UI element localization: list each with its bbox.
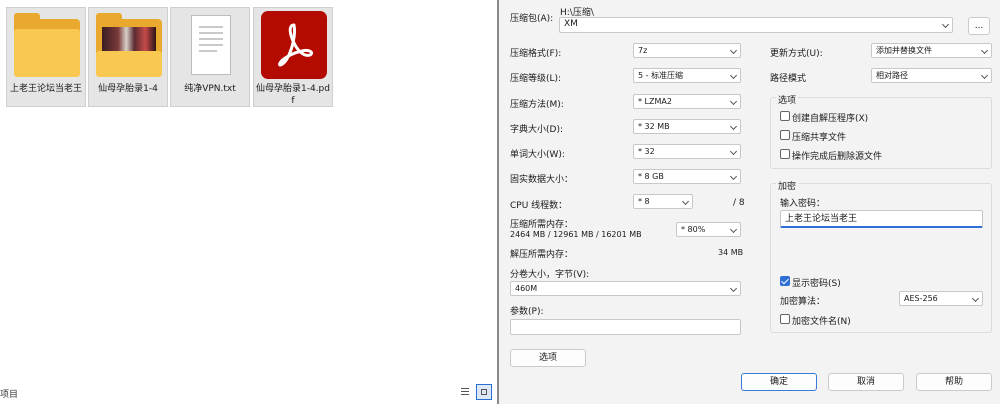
file-label: 仙母孕胎录1-4.pdf xyxy=(256,84,330,106)
split-select[interactable]: 460M xyxy=(510,281,741,296)
mem-usage-select[interactable]: * 80% xyxy=(676,222,741,237)
delete-after-checkbox[interactable] xyxy=(780,149,790,159)
cpu-value: * 8 xyxy=(638,197,650,206)
file-label: 上老王论坛当老王 xyxy=(9,84,82,94)
level-value: 5 - 标准压缩 xyxy=(638,71,684,80)
cancel-button[interactable]: 取消 xyxy=(828,373,904,391)
file-item-txt[interactable]: 纯净VPN.txt xyxy=(170,7,250,107)
path-value: 相对路径 xyxy=(876,71,908,80)
params-label: 参数(P): xyxy=(510,307,544,317)
add-to-archive-dialog: 压缩包(A): H:\压缩\ XM ... 压缩格式(F): 7z 压缩等级(L… xyxy=(497,0,1000,404)
chevron-down-icon xyxy=(729,71,738,80)
encrypt-names-checkbox[interactable] xyxy=(780,314,790,324)
method-label: 压缩方法(M): xyxy=(510,100,564,110)
help-button[interactable]: 帮助 xyxy=(916,373,992,391)
encrypt-names-label: 加密文件名(N) xyxy=(792,317,851,327)
chevron-down-icon xyxy=(729,122,738,131)
archive-name-combo[interactable]: XM xyxy=(559,17,953,33)
enc-method-label: 加密算法： xyxy=(780,297,826,307)
chevron-down-icon xyxy=(729,284,738,293)
options-group-title: 选项 xyxy=(776,93,799,106)
solid-select[interactable]: * 8 GB xyxy=(633,169,741,184)
mem-comp-detail: 2464 MB / 12961 MB / 16201 MB xyxy=(510,230,642,239)
folder-icon xyxy=(14,11,80,83)
chevron-down-icon xyxy=(971,294,980,303)
enc-method-value: AES-256 xyxy=(904,294,938,303)
params-input[interactable] xyxy=(510,319,741,335)
options-button[interactable]: 选项 xyxy=(510,349,586,367)
large-icons-view-icon[interactable] xyxy=(476,384,492,400)
ok-button[interactable]: 确定 xyxy=(741,373,817,391)
word-select[interactable]: * 32 xyxy=(633,144,741,159)
file-item-folder-photo[interactable]: 仙母孕胎录1-4 xyxy=(88,7,168,107)
sfx-checkbox[interactable] xyxy=(780,111,790,121)
shared-label: 压缩共享文件 xyxy=(792,133,847,143)
encryption-group-title: 加密 xyxy=(776,179,799,192)
archive-name-value: XM xyxy=(564,19,578,29)
mem-decomp-label: 解压所需内存： xyxy=(510,250,574,260)
update-value: 添加并替换文件 xyxy=(876,46,932,55)
file-label: 纯净VPN.txt xyxy=(184,84,236,94)
mem-decomp-value: 34 MB xyxy=(718,248,744,257)
format-label: 压缩格式(F): xyxy=(510,49,562,59)
sfx-label: 创建自解压程序(X) xyxy=(792,114,869,124)
chevron-down-icon xyxy=(980,71,989,80)
dict-value: * 32 MB xyxy=(638,122,670,131)
chevron-down-icon xyxy=(729,172,738,181)
format-value: 7z xyxy=(638,46,648,55)
pdf-file-icon xyxy=(261,11,327,83)
status-bar-text: 项目 xyxy=(0,390,19,400)
word-label: 单词大小(W): xyxy=(510,150,565,160)
file-explorer-pane: 上老王论坛当老王 仙母孕胎录1-4 纯净VPN.txt 仙母孕胎录1-4.pdf… xyxy=(0,0,497,404)
chevron-down-icon xyxy=(729,46,738,55)
chevron-down-icon xyxy=(980,46,989,55)
shared-checkbox[interactable] xyxy=(780,130,790,140)
path-label: 路径模式 xyxy=(770,74,807,84)
level-label: 压缩等级(L): xyxy=(510,74,562,84)
update-label: 更新方式(U): xyxy=(770,49,823,59)
solid-label: 固实数据大小： xyxy=(510,175,574,185)
format-select[interactable]: 7z xyxy=(633,43,741,58)
level-select[interactable]: 5 - 标准压缩 xyxy=(633,68,741,83)
update-select[interactable]: 添加并替换文件 xyxy=(871,43,992,58)
word-value: * 32 xyxy=(638,147,655,156)
method-value: * LZMA2 xyxy=(638,97,672,106)
split-value: 460M xyxy=(515,284,538,293)
mem-usage-value: * 80% xyxy=(681,225,706,234)
delete-after-label: 操作完成后删除源文件 xyxy=(792,152,883,162)
show-password-checkbox[interactable] xyxy=(780,276,790,286)
file-label: 仙母孕胎录1-4 xyxy=(98,84,158,94)
split-label: 分卷大小，字节(V): xyxy=(510,270,590,280)
solid-value: * 8 GB xyxy=(638,172,664,181)
archive-label: 压缩包(A): xyxy=(510,14,554,24)
cpu-max: / 8 xyxy=(733,198,745,208)
password-input[interactable]: 上老王论坛当老王 xyxy=(780,210,983,228)
cpu-select[interactable]: * 8 xyxy=(633,194,693,209)
show-password-label: 显示密码(S) xyxy=(792,279,841,289)
enc-method-select[interactable]: AES-256 xyxy=(899,291,983,306)
chevron-down-icon xyxy=(729,147,738,156)
chevron-down-icon xyxy=(729,225,738,234)
dict-label: 字典大小(D): xyxy=(510,125,563,135)
folder-photo-icon xyxy=(96,11,162,83)
dict-select[interactable]: * 32 MB xyxy=(633,119,741,134)
mem-comp-label: 压缩所需内存： xyxy=(510,220,574,230)
chevron-down-icon xyxy=(729,97,738,106)
password-label: 输入密码： xyxy=(780,199,826,209)
file-item-folder[interactable]: 上老王论坛当老王 xyxy=(6,7,86,107)
details-view-icon[interactable] xyxy=(457,384,473,400)
browse-button[interactable]: ... xyxy=(968,17,990,35)
chevron-down-icon xyxy=(681,197,690,206)
chevron-down-icon xyxy=(941,20,950,29)
text-file-icon xyxy=(178,11,244,83)
path-select[interactable]: 相对路径 xyxy=(871,68,992,83)
cpu-label: CPU 线程数： xyxy=(510,201,568,211)
file-item-pdf[interactable]: 仙母孕胎录1-4.pdf xyxy=(253,7,333,107)
method-select[interactable]: * LZMA2 xyxy=(633,94,741,109)
